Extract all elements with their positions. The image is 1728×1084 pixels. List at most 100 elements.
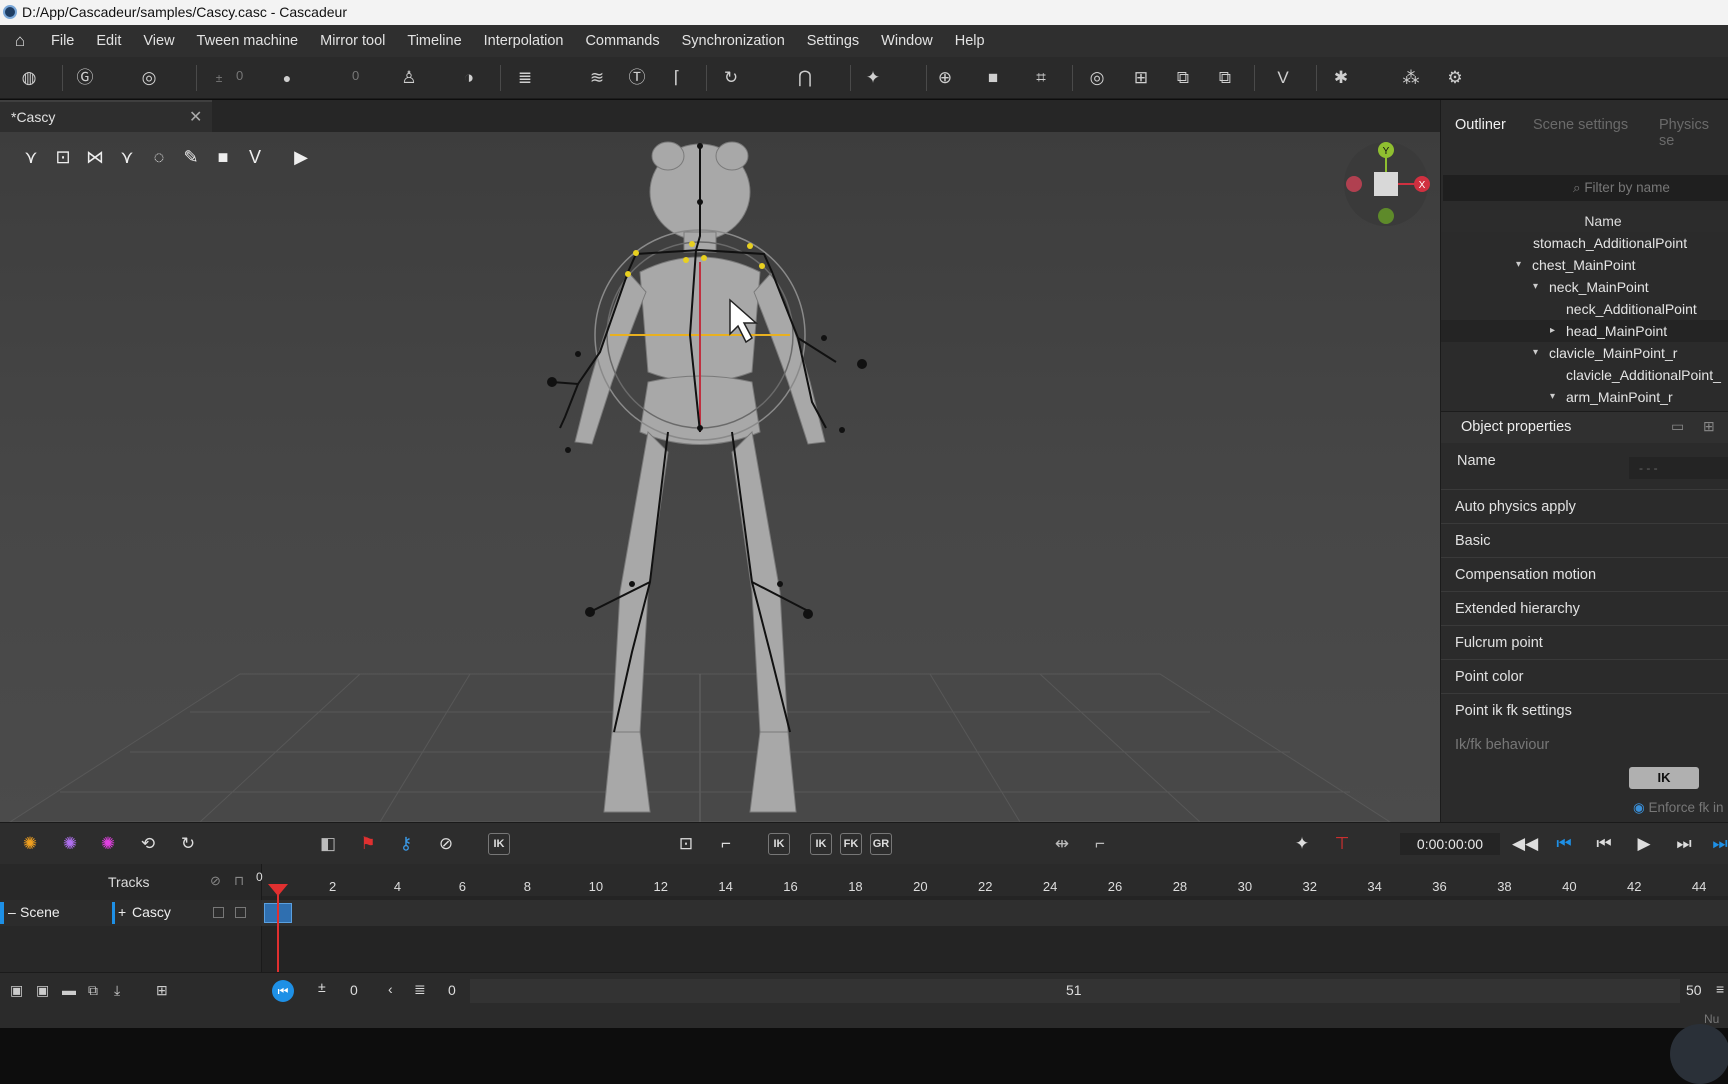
outliner-item[interactable]: ▾ clavicle_MainPoint_r bbox=[1441, 342, 1728, 364]
rig-icon[interactable]: ⚙ bbox=[1442, 66, 1468, 90]
close-icon[interactable]: ✕ bbox=[189, 107, 202, 127]
outliner-item[interactable]: neck_AdditionalPoint bbox=[1441, 298, 1728, 320]
chevron-down-icon[interactable]: ▾ bbox=[1516, 254, 1521, 276]
playhead-line[interactable] bbox=[277, 884, 279, 974]
ik-fk-mode-button[interactable]: IK bbox=[488, 833, 510, 855]
outliner-item[interactable]: ▾ neck_MainPoint bbox=[1441, 276, 1728, 298]
outliner-item[interactable]: ▾ chest_MainPoint bbox=[1441, 254, 1728, 276]
grid-add-icon[interactable]: ⊞ bbox=[156, 982, 168, 999]
keyframe-dot-icon[interactable]: ● bbox=[274, 66, 300, 90]
grid-icon[interactable]: ⊞ bbox=[1128, 66, 1154, 90]
visibility-icon[interactable]: ⊘ bbox=[210, 873, 221, 889]
outliner-item[interactable]: ▾ arm_MainPoint_r bbox=[1441, 386, 1728, 408]
menu-view[interactable]: View bbox=[132, 25, 185, 57]
fit-view-icon[interactable]: ⊡ bbox=[674, 833, 698, 855]
view-orientation-gizmo[interactable]: Y X bbox=[1344, 140, 1432, 230]
lasso-icon[interactable]: ◌ bbox=[146, 143, 172, 171]
menu-icon[interactable]: ≡ bbox=[1716, 981, 1724, 997]
select-icon[interactable]: ⋎ bbox=[18, 143, 44, 171]
plus-minus-icon[interactable]: ± bbox=[318, 979, 326, 995]
interpolation-icon[interactable]: ≣ bbox=[512, 66, 538, 90]
section-extended-hierarchy[interactable]: Extended hierarchy bbox=[1441, 591, 1728, 625]
end-frame-field[interactable]: 50 bbox=[1686, 982, 1702, 998]
menu-help[interactable]: Help bbox=[944, 25, 996, 57]
loop-icon[interactable]: ⟲ bbox=[136, 833, 160, 855]
panel-layout-icon[interactable]: ▭ bbox=[1671, 418, 1684, 435]
current-frame-field[interactable]: 0 bbox=[448, 982, 456, 998]
menu-edit[interactable]: Edit bbox=[85, 25, 132, 57]
timecode-display[interactable]: 0:00:00:00 bbox=[1400, 833, 1500, 855]
section-basic[interactable]: Basic bbox=[1441, 523, 1728, 557]
collapse-icon[interactable]: – bbox=[8, 904, 16, 920]
step-forward-icon[interactable]: ⏭ bbox=[1672, 833, 1696, 855]
scene-track-row[interactable]: – Scene + Cascy bbox=[0, 900, 1728, 926]
jump-start-button[interactable]: ⏮ bbox=[272, 980, 294, 1002]
camera-icon[interactable]: ■ bbox=[980, 66, 1006, 90]
outliner-item[interactable]: clavicle_AdditionalPoint_ bbox=[1441, 364, 1728, 386]
v-logo-icon[interactable]: V bbox=[1270, 66, 1296, 90]
chevron-left-icon[interactable]: ‹ bbox=[388, 981, 393, 997]
physics-purple-icon[interactable]: ✺ bbox=[58, 833, 82, 855]
playhead-handle[interactable] bbox=[268, 884, 288, 896]
layers-alt-icon[interactable]: ⧉ bbox=[1212, 66, 1238, 90]
shapes-icon[interactable]: ◑ bbox=[456, 66, 482, 90]
v-tool-icon[interactable]: V bbox=[242, 143, 268, 171]
globe-icon[interactable]: ◍ bbox=[16, 66, 42, 90]
outliner-item-selected[interactable]: ▸ head_MainPoint bbox=[1441, 320, 1728, 342]
section-point-ik-fk-settings[interactable]: Point ik fk settings bbox=[1441, 693, 1728, 727]
add-layer-icon[interactable]: ▣ bbox=[36, 982, 49, 999]
chevron-down-icon[interactable]: ▾ bbox=[1533, 342, 1538, 364]
range-icon[interactable]: ⇹ bbox=[1050, 833, 1074, 855]
menu-interpolation[interactable]: Interpolation bbox=[473, 25, 575, 57]
menu-settings[interactable]: Settings bbox=[796, 25, 870, 57]
document-tab[interactable]: *Cascy ✕ bbox=[0, 100, 212, 132]
cube-icon[interactable]: ■ bbox=[210, 143, 236, 171]
section-point-color[interactable]: Point color bbox=[1441, 659, 1728, 693]
tab-outliner[interactable]: Outliner bbox=[1455, 117, 1506, 133]
mirror-icon[interactable]: ◧ bbox=[316, 833, 340, 855]
ik-alt-button[interactable]: IK bbox=[810, 833, 832, 855]
target-icon[interactable]: ⊕ bbox=[932, 66, 958, 90]
focus-icon[interactable]: ⌗ bbox=[1028, 66, 1054, 90]
list-icon[interactable]: ≣ bbox=[414, 981, 426, 998]
section-auto-physics-apply[interactable]: Auto physics apply bbox=[1441, 489, 1728, 523]
section-compensation-motion[interactable]: Compensation motion bbox=[1441, 557, 1728, 591]
character-icon[interactable]: ♙ bbox=[396, 66, 422, 90]
playhead-marker-icon[interactable]: ⊤ bbox=[1330, 833, 1354, 855]
toolbar-field-a[interactable]: 0 bbox=[236, 68, 243, 83]
lock-icon[interactable]: ⊓ bbox=[234, 873, 244, 889]
menu-tween-machine[interactable]: Tween machine bbox=[186, 25, 310, 57]
ik-button[interactable]: IK bbox=[768, 833, 790, 855]
visibility-checkbox[interactable] bbox=[213, 907, 224, 918]
physics-orange-icon[interactable]: ✺ bbox=[18, 833, 42, 855]
tab-scene-settings[interactable]: Scene settings bbox=[1533, 117, 1628, 133]
magnet-icon[interactable]: ⋂ bbox=[792, 66, 818, 90]
orbit-icon[interactable]: ◎ bbox=[1084, 66, 1110, 90]
track-lane[interactable] bbox=[262, 900, 1728, 926]
ik-toggle-button[interactable]: IK bbox=[1629, 767, 1699, 789]
timeline-ruler[interactable]: 0 2 4 6 8 10 12 14 16 18 20 22 24 26 28 30 32 34 36 38 40 42… bbox=[256, 864, 1728, 896]
curve-tool-icon[interactable]: ⌐ bbox=[1088, 833, 1112, 855]
menu-timeline[interactable]: Timeline bbox=[396, 25, 472, 57]
physics-pink-icon[interactable]: ✺ bbox=[96, 833, 120, 855]
menu-synchronization[interactable]: Synchronization bbox=[671, 25, 796, 57]
go-to-start-icon[interactable]: ⏮ bbox=[1552, 833, 1576, 855]
flag-icon[interactable]: ⚑ bbox=[356, 833, 380, 855]
fk-button[interactable]: FK bbox=[840, 833, 862, 855]
expand-icon[interactable]: + bbox=[118, 904, 126, 920]
duplicate-icon[interactable]: ⧉ bbox=[88, 982, 98, 999]
chevron-down-icon[interactable]: ▾ bbox=[1533, 276, 1538, 298]
start-frame-field[interactable]: 0 bbox=[350, 982, 358, 998]
viewport-3d[interactable] bbox=[0, 132, 1440, 822]
add-folder-icon[interactable]: ▣ bbox=[10, 982, 23, 999]
home-icon[interactable]: ⌂ bbox=[0, 31, 40, 51]
frame-select-icon[interactable]: ⊡ bbox=[50, 143, 76, 171]
joints-icon[interactable]: ⋈ bbox=[82, 143, 108, 171]
enforce-fk-checkbox[interactable]: ◉ Enforce fk in bbox=[1633, 800, 1724, 816]
outliner-item[interactable]: stomach_AdditionalPoint bbox=[1441, 232, 1728, 254]
download-icon[interactable]: ⤓ bbox=[114, 982, 120, 999]
gravity-icon[interactable]: Ⓖ bbox=[72, 66, 98, 90]
rewind-icon[interactable]: ◀◀ bbox=[1512, 833, 1538, 855]
chevron-right-icon[interactable]: ▸ bbox=[1550, 320, 1555, 342]
menu-window[interactable]: Window bbox=[870, 25, 944, 57]
